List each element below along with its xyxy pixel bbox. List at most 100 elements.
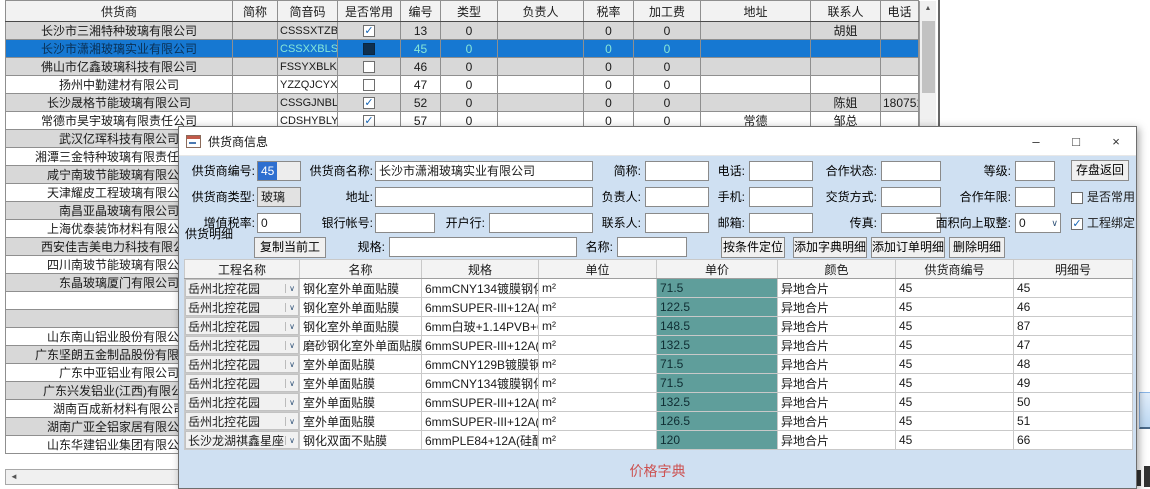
cell-color[interactable]: 异地合片 bbox=[778, 374, 896, 393]
project-binding-checkbox[interactable]: 工程绑定 bbox=[1071, 213, 1135, 233]
cell-spec[interactable]: 6mmSUPER-III+12A(硅... bbox=[422, 412, 539, 431]
cell-contact[interactable] bbox=[811, 58, 881, 76]
contact-input[interactable] bbox=[645, 213, 709, 233]
cell-fee[interactable]: 0 bbox=[634, 58, 701, 76]
project-combobox[interactable]: 岳州北控花园∨ bbox=[185, 279, 300, 298]
cell-address[interactable] bbox=[701, 40, 811, 58]
cell-common[interactable] bbox=[338, 76, 401, 94]
cell-supplier[interactable]: 佛山市亿鑫玻璃科技有限公司 bbox=[6, 58, 233, 76]
cell-supplier[interactable]: 长沙晟格节能玻璃有限公司 bbox=[6, 94, 233, 112]
phone-input[interactable] bbox=[749, 161, 813, 181]
cell-name[interactable]: 室外单面贴膜 bbox=[300, 374, 422, 393]
chevron-down-icon[interactable]: ∨ bbox=[285, 398, 298, 407]
col-header-manager[interactable]: 负责人 bbox=[498, 1, 584, 22]
add-dict-detail-button[interactable]: 添加字典明细 bbox=[793, 237, 867, 258]
delete-detail-button[interactable]: 删除明细 bbox=[949, 237, 1005, 258]
cell-name[interactable]: 钢化室外单面贴膜 bbox=[300, 298, 422, 317]
cell-common[interactable] bbox=[338, 94, 401, 112]
cell-shortname[interactable] bbox=[233, 58, 278, 76]
cell-supplier-id[interactable]: 45 bbox=[896, 412, 1014, 431]
col-header-contact[interactable]: 联系人 bbox=[811, 1, 881, 22]
horizontal-scrollbar[interactable]: ◄ bbox=[5, 469, 179, 485]
chevron-down-icon[interactable]: ∨ bbox=[285, 436, 298, 445]
cell-supplier-id[interactable]: 45 bbox=[896, 374, 1014, 393]
checkbox-icon[interactable] bbox=[363, 61, 375, 73]
col-header-fee[interactable]: 加工费 bbox=[634, 1, 701, 22]
cell-manager[interactable] bbox=[498, 58, 584, 76]
cell-supplier-id[interactable]: 45 bbox=[896, 355, 1014, 374]
checkbox-icon[interactable] bbox=[363, 25, 375, 37]
detail-row[interactable]: 岳州北控花园∨ 室外单面贴膜 6mmCNY129B镀膜钢化 m² 71.5 异地… bbox=[185, 355, 1133, 374]
vat-rate-input[interactable]: 0 bbox=[257, 213, 301, 233]
grade-input[interactable] bbox=[1015, 161, 1055, 181]
cell-unit[interactable]: m² bbox=[539, 336, 657, 355]
cell-address[interactable] bbox=[701, 22, 811, 40]
cell-spec[interactable]: 6mmCNY134镀膜钢化 bbox=[422, 374, 539, 393]
cell-color[interactable]: 异地合片 bbox=[778, 317, 896, 336]
cell-detail-id[interactable]: 66 bbox=[1014, 431, 1133, 450]
supplier-row-selected[interactable]: 长沙市潇湘玻璃实业有限公司 CSSXXBLSY.. 45 0 0 0 bbox=[6, 40, 919, 58]
cell-unit[interactable]: m² bbox=[539, 412, 657, 431]
col-header-common[interactable]: 是否常用 bbox=[338, 1, 401, 22]
cell-type[interactable]: 0 bbox=[441, 58, 498, 76]
col-header-supplier[interactable]: 供货商 bbox=[6, 1, 233, 22]
cell-spec[interactable]: 6mmPLE84+12A(硅酮胶... bbox=[422, 431, 539, 450]
cell-price[interactable]: 148.5 bbox=[657, 317, 778, 336]
cell-detail-id[interactable]: 49 bbox=[1014, 374, 1133, 393]
project-combobox[interactable]: 岳州北控花园∨ bbox=[185, 412, 300, 431]
cell-color[interactable]: 异地合片 bbox=[778, 298, 896, 317]
checkbox-icon[interactable] bbox=[363, 97, 375, 109]
cell-detail-id[interactable]: 46 bbox=[1014, 298, 1133, 317]
cell-name[interactable]: 室外单面贴膜 bbox=[300, 355, 422, 374]
cell-price[interactable]: 71.5 bbox=[657, 355, 778, 374]
project-combobox[interactable]: 岳州北控花园∨ bbox=[185, 298, 300, 317]
cell-unit[interactable]: m² bbox=[539, 298, 657, 317]
maximize-button[interactable]: □ bbox=[1056, 127, 1096, 156]
cell-supplier-id[interactable]: 45 bbox=[896, 431, 1014, 450]
close-button[interactable]: × bbox=[1096, 127, 1136, 156]
cell-name[interactable]: 磨砂钢化室外单面贴膜 bbox=[300, 336, 422, 355]
cell-tax[interactable]: 0 bbox=[584, 22, 634, 40]
cell-price[interactable]: 71.5 bbox=[657, 374, 778, 393]
spec-filter-input[interactable] bbox=[389, 237, 577, 257]
minimize-button[interactable]: – bbox=[1016, 127, 1056, 156]
cell-type[interactable]: 0 bbox=[441, 76, 498, 94]
short-name-input[interactable] bbox=[645, 161, 709, 181]
cell-color[interactable]: 异地合片 bbox=[778, 355, 896, 374]
chevron-down-icon[interactable]: ∨ bbox=[285, 417, 298, 426]
scrollbar-thumb[interactable] bbox=[922, 21, 935, 93]
col-header-spec[interactable]: 规格 bbox=[422, 260, 539, 279]
cell-common[interactable] bbox=[338, 58, 401, 76]
cell-spec[interactable]: 6mmSUPER-III+12A(硅... bbox=[422, 393, 539, 412]
project-combobox[interactable]: 长沙龙湖祺鑫星座∨ bbox=[185, 431, 300, 450]
cell-name[interactable]: 钢化室外单面贴膜 bbox=[300, 317, 422, 336]
project-combobox[interactable]: 岳州北控花园∨ bbox=[185, 374, 300, 393]
cell-type[interactable]: 0 bbox=[441, 94, 498, 112]
cell-detail-id[interactable]: 50 bbox=[1014, 393, 1133, 412]
cell-name[interactable]: 室外单面贴膜 bbox=[300, 393, 422, 412]
cell-address[interactable] bbox=[701, 76, 811, 94]
supplier-name-input[interactable]: 长沙市潇湘玻璃实业有限公司 bbox=[375, 161, 593, 181]
cell-shortname[interactable] bbox=[233, 94, 278, 112]
cell-detail-id[interactable]: 45 bbox=[1014, 279, 1133, 298]
detail-row[interactable]: 岳州北控花园∨ 室外单面贴膜 6mmSUPER-III+12A(硅... m² … bbox=[185, 412, 1133, 431]
mobile-input[interactable] bbox=[749, 187, 813, 207]
cell-code[interactable]: CSSXXBLSY.. bbox=[278, 40, 338, 58]
scroll-left-icon[interactable]: ◄ bbox=[6, 470, 22, 484]
cell-color[interactable]: 异地合片 bbox=[778, 431, 896, 450]
cell-color[interactable]: 异地合片 bbox=[778, 412, 896, 431]
supplier-row[interactable]: 佛山市亿鑫玻璃科技有限公司 FSSYXBLKJ.. 46 0 0 0 bbox=[6, 58, 919, 76]
coop-status-input[interactable] bbox=[881, 161, 941, 181]
cell-common[interactable] bbox=[338, 22, 401, 40]
is-common-checkbox[interactable]: 是否常用 bbox=[1071, 187, 1135, 207]
cell-spec[interactable]: 6mmCNY129B镀膜钢化 bbox=[422, 355, 539, 374]
cell-price[interactable]: 71.5 bbox=[657, 279, 778, 298]
supplier-row[interactable]: 扬州中勤建材有限公司 YZZQJCYXGS 47 0 0 0 bbox=[6, 76, 919, 94]
cell-tax[interactable]: 0 bbox=[584, 40, 634, 58]
cell-unit[interactable]: m² bbox=[539, 374, 657, 393]
cell-supplier[interactable]: 长沙市三湘特种玻璃有限公司 bbox=[6, 22, 233, 40]
bank-account-input[interactable] bbox=[375, 213, 435, 233]
delivery-method-input[interactable] bbox=[881, 187, 941, 207]
cell-detail-id[interactable]: 51 bbox=[1014, 412, 1133, 431]
chevron-down-icon[interactable]: ∨ bbox=[285, 379, 298, 388]
